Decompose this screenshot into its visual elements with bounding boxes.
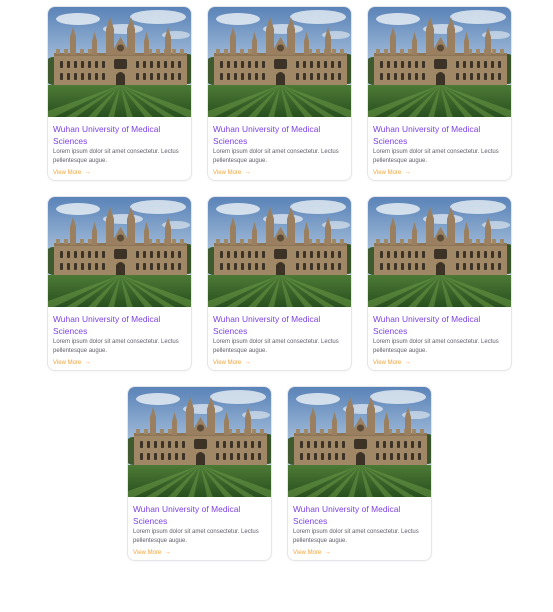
card-description: Lorem ipsum dolor sit amet consectetur. …: [53, 149, 179, 164]
university-image: [48, 7, 192, 117]
card-description: Lorem ipsum dolor sit amet consectetur. …: [213, 149, 339, 164]
view-more-label: View More: [53, 170, 82, 176]
arrow-right-icon: →: [84, 359, 91, 366]
view-more-label: View More: [213, 170, 242, 176]
university-image: [208, 197, 352, 307]
view-more-link[interactable]: View More →: [373, 359, 411, 367]
view-more-label: View More: [293, 550, 322, 556]
view-more-label: View More: [213, 360, 242, 366]
arrow-right-icon: →: [164, 549, 171, 556]
card-title[interactable]: Wuhan University of Medical Sciences: [213, 313, 349, 337]
university-image: [48, 197, 192, 307]
university-card[interactable]: Wuhan University of Medical Sciences Lor…: [287, 386, 432, 561]
university-image: [368, 7, 512, 117]
card-title[interactable]: Wuhan University of Medical Sciences: [133, 503, 269, 527]
card-description: Lorem ipsum dolor sit amet consectetur. …: [373, 339, 499, 354]
arrow-right-icon: →: [404, 359, 411, 366]
university-card[interactable]: Wuhan University of Medical Sciences Lor…: [367, 6, 512, 181]
university-card-grid: Wuhan University of Medical Sciences Lor…: [0, 0, 553, 612]
view-more-link[interactable]: View More →: [213, 359, 251, 367]
card-title[interactable]: Wuhan University of Medical Sciences: [373, 313, 509, 337]
university-image: [208, 7, 352, 117]
university-card[interactable]: Wuhan University of Medical Sciences Lor…: [127, 386, 272, 561]
arrow-right-icon: →: [84, 169, 91, 176]
view-more-link[interactable]: View More →: [293, 549, 331, 557]
view-more-link[interactable]: View More →: [133, 549, 171, 557]
card-description: Lorem ipsum dolor sit amet consectetur. …: [53, 339, 179, 354]
university-card[interactable]: Wuhan University of Medical Sciences Lor…: [47, 6, 192, 181]
card-title[interactable]: Wuhan University of Medical Sciences: [373, 123, 509, 147]
card-description: Lorem ipsum dolor sit amet consectetur. …: [373, 149, 499, 164]
view-more-label: View More: [133, 550, 162, 556]
view-more-label: View More: [373, 170, 402, 176]
university-card[interactable]: Wuhan University of Medical Sciences Lor…: [367, 196, 512, 371]
card-description: Lorem ipsum dolor sit amet consectetur. …: [133, 529, 259, 544]
view-more-link[interactable]: View More →: [53, 169, 91, 177]
university-card[interactable]: Wuhan University of Medical Sciences Lor…: [47, 196, 192, 371]
card-title[interactable]: Wuhan University of Medical Sciences: [293, 503, 429, 527]
card-title[interactable]: Wuhan University of Medical Sciences: [53, 313, 189, 337]
view-more-label: View More: [373, 360, 402, 366]
card-title[interactable]: Wuhan University of Medical Sciences: [213, 123, 349, 147]
university-card[interactable]: Wuhan University of Medical Sciences Lor…: [207, 6, 352, 181]
view-more-label: View More: [53, 360, 82, 366]
arrow-right-icon: →: [244, 169, 251, 176]
university-image: [288, 387, 432, 497]
university-image: [368, 197, 512, 307]
university-image: [128, 387, 272, 497]
card-title[interactable]: Wuhan University of Medical Sciences: [53, 123, 189, 147]
view-more-link[interactable]: View More →: [53, 359, 91, 367]
university-card[interactable]: Wuhan University of Medical Sciences Lor…: [207, 196, 352, 371]
card-description: Lorem ipsum dolor sit amet consectetur. …: [213, 339, 339, 354]
arrow-right-icon: →: [404, 169, 411, 176]
card-description: Lorem ipsum dolor sit amet consectetur. …: [293, 529, 419, 544]
view-more-link[interactable]: View More →: [373, 169, 411, 177]
arrow-right-icon: →: [244, 359, 251, 366]
view-more-link[interactable]: View More →: [213, 169, 251, 177]
arrow-right-icon: →: [324, 549, 331, 556]
